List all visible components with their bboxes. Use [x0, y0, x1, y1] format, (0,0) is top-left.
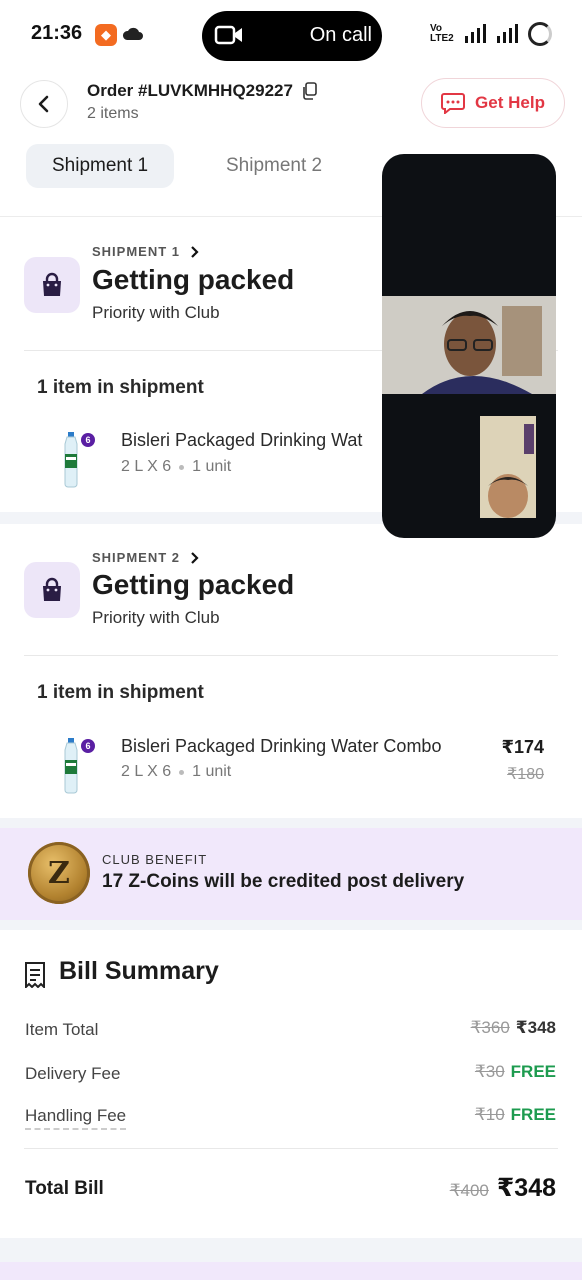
battery-icon: [528, 22, 552, 46]
handling-fee-label[interactable]: Handling Fee: [25, 1106, 127, 1130]
section-gap: [0, 920, 582, 930]
remote-video-feed: [382, 296, 556, 394]
handling-fee-old: ₹10: [474, 1105, 505, 1124]
section-gap: [0, 818, 582, 828]
item-total-old: ₹360: [470, 1018, 510, 1037]
status-bar: 21:36 ◆ On call Vo LTE2: [0, 0, 582, 70]
delivery-fee-old: ₹30: [474, 1062, 505, 1081]
shipment-1-product-name[interactable]: Bisleri Packaged Drinking Wat: [121, 430, 362, 451]
video-call-pip[interactable]: [382, 154, 556, 538]
next-section-edge: [0, 1262, 582, 1280]
order-title: Order #LUVKMHHQ29227: [87, 81, 317, 101]
signal-icon-2: [497, 24, 518, 43]
delivery-fee-label: Delivery Fee: [25, 1064, 121, 1083]
z-coin-icon: Z: [28, 842, 90, 904]
video-camera-icon: [214, 25, 242, 45]
shipment-2-product-name[interactable]: Bisleri Packaged Drinking Water Combo: [121, 736, 441, 757]
product-qty: 1 unit: [192, 458, 232, 475]
tab-shipment-1[interactable]: Shipment 1: [26, 144, 175, 188]
item-total-new: ₹348: [515, 1018, 556, 1037]
bill-summary-title: Bill Summary: [59, 957, 219, 985]
ongoing-call-pill[interactable]: On call: [202, 11, 382, 61]
shipment-2-link[interactable]: SHIPMENT 2: [92, 550, 199, 565]
club-benefit-label: CLUB BENEFIT: [102, 852, 208, 867]
signal-icon: [465, 24, 486, 43]
receipt-icon: [25, 962, 45, 988]
copy-icon[interactable]: [301, 82, 317, 100]
status-time: 21:36: [31, 22, 83, 44]
shipment-1-label: SHIPMENT 1: [92, 244, 181, 259]
handling-fee-value: ₹10 FREE: [475, 1105, 556, 1125]
divider: [24, 1148, 558, 1149]
product-size: 2 L X 6: [121, 763, 172, 780]
delivery-fee-free: FREE: [510, 1062, 556, 1081]
handling-fee-free: FREE: [510, 1105, 556, 1124]
product-size: 2 L X 6: [121, 458, 172, 475]
self-video-feed: [480, 416, 536, 518]
quantity-badge: 6: [81, 739, 95, 753]
shipment-2-product-meta: 2 L X 6 1 unit: [121, 763, 231, 781]
get-help-label: Get Help: [475, 93, 545, 112]
shipment-2-status: Getting packed: [92, 569, 295, 600]
chevron-right-icon: [191, 245, 199, 258]
product-qty: 1 unit: [192, 763, 232, 780]
water-bottle-image[interactable]: [60, 432, 82, 488]
cloud-icon: [122, 27, 143, 40]
divider: [24, 655, 558, 656]
volte-label: Vo LTE2: [430, 23, 454, 44]
shopping-bag-icon: [24, 562, 80, 618]
shipment-1-link[interactable]: SHIPMENT 1: [92, 244, 199, 259]
total-bill-value: ₹400 ₹348: [450, 1173, 556, 1203]
notification-app-icon: ◆: [95, 24, 117, 46]
water-bottle-image[interactable]: [60, 738, 82, 794]
shipment-1-product-meta: 2 L X 6 1 unit: [121, 458, 231, 476]
chevron-right-icon: [191, 551, 199, 564]
shopping-bag-icon: [24, 257, 80, 313]
back-button[interactable]: [20, 80, 68, 128]
order-id: Order #LUVKMHHQ29227: [87, 81, 293, 100]
club-benefit-text: 17 Z-Coins will be credited post deliver…: [102, 871, 465, 892]
tab-shipment-2[interactable]: Shipment 2: [200, 144, 348, 188]
call-status-text: On call: [309, 24, 372, 46]
status-icons: Vo LTE2: [430, 22, 552, 46]
total-bill-old: ₹400: [449, 1181, 489, 1200]
shipment-2-label: SHIPMENT 2: [92, 550, 181, 565]
shipment-1-priority: Priority with Club: [92, 303, 220, 322]
order-items-count: 2 items: [87, 105, 139, 122]
shipment-1-status: Getting packed: [92, 264, 295, 295]
total-bill-label: Total Bill: [25, 1178, 104, 1199]
product-price: ₹174: [501, 737, 544, 757]
product-old-price: ₹180: [507, 766, 544, 783]
shipment-2-items-heading: 1 item in shipment: [37, 682, 204, 703]
shipment-1-items-heading: 1 item in shipment: [37, 377, 204, 398]
total-bill-new: ₹348: [496, 1174, 556, 1202]
item-total-value: ₹360 ₹348: [471, 1018, 556, 1038]
shipment-2-priority: Priority with Club: [92, 608, 220, 627]
quantity-badge: 6: [81, 433, 95, 447]
item-total-label: Item Total: [25, 1020, 99, 1039]
get-help-button[interactable]: Get Help: [421, 78, 565, 128]
chevron-left-icon: [38, 95, 49, 113]
separator-dot: [179, 769, 185, 775]
chat-icon: [441, 93, 466, 114]
separator-dot: [179, 464, 185, 470]
delivery-fee-value: ₹30 FREE: [475, 1062, 556, 1082]
